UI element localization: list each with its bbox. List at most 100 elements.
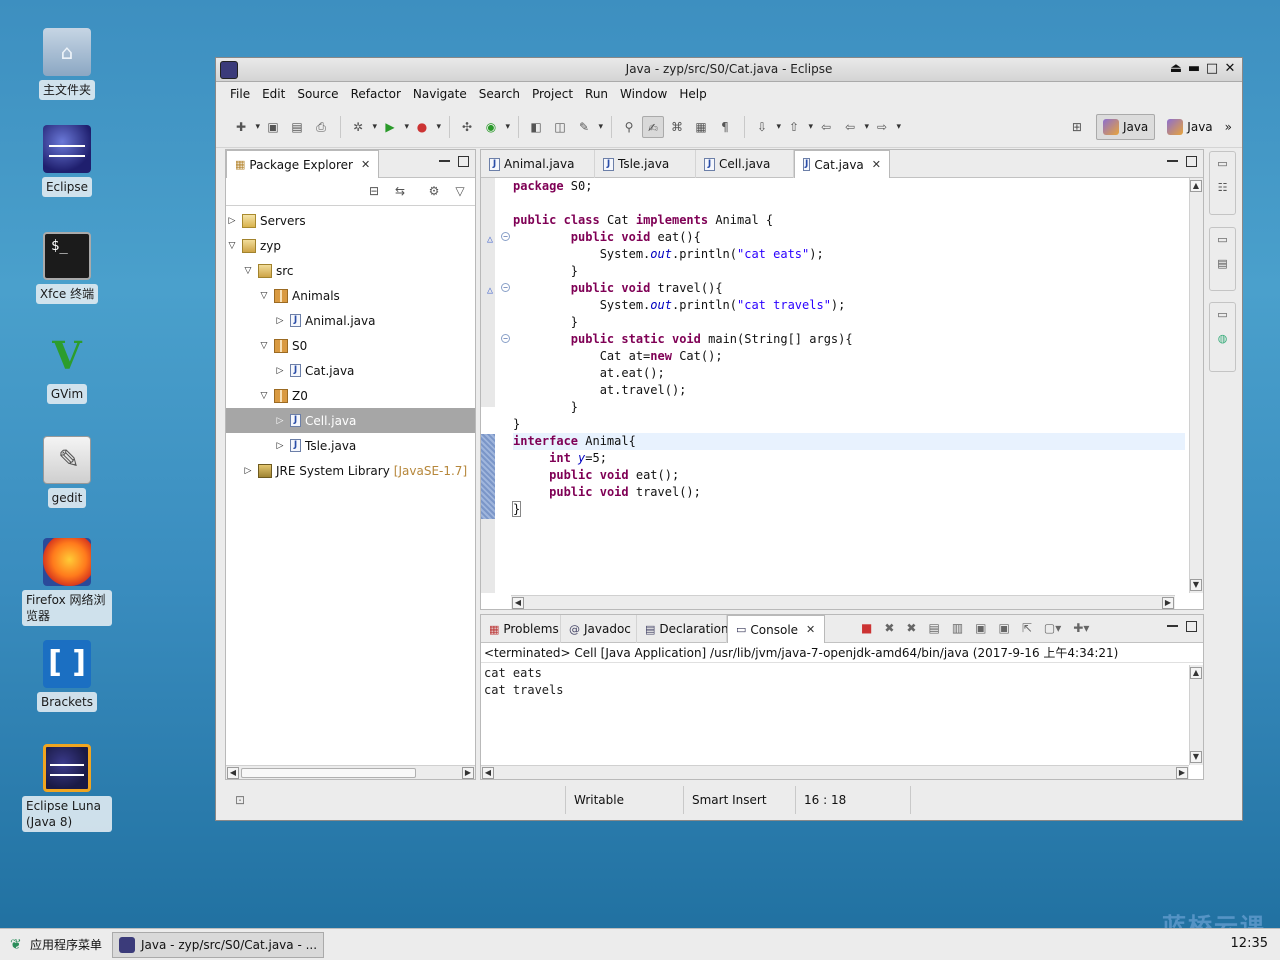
- tab-javadoc[interactable]: @ Javadoc: [561, 615, 637, 643]
- tab-problems[interactable]: ▦ Problems: [481, 615, 561, 643]
- menu-edit[interactable]: Edit: [256, 87, 291, 101]
- view-menu-icon[interactable]: ▽: [452, 184, 468, 200]
- menu-refactor[interactable]: Refactor: [345, 87, 407, 101]
- tree-item-animal-java[interactable]: ▷ J Animal.java: [226, 308, 475, 333]
- collapse-arrow-icon[interactable]: ▽: [258, 341, 270, 351]
- editor-hscroll[interactable]: ◀ ▶: [511, 595, 1175, 609]
- scroll-thumb[interactable]: [241, 768, 416, 778]
- scroll-lock-icon[interactable]: ▥: [952, 621, 963, 635]
- new-class-icon[interactable]: ◉: [480, 116, 510, 138]
- restore-icon[interactable]: ▭: [1210, 303, 1235, 327]
- forward-icon[interactable]: ⇨: [871, 116, 901, 138]
- save-all-icon[interactable]: ▤: [286, 116, 308, 138]
- console-output[interactable]: cat eats cat travels: [481, 663, 1203, 701]
- minimize-view-icon[interactable]: [1167, 156, 1178, 162]
- open-console-icon[interactable]: ✚▾: [1073, 621, 1089, 635]
- tab-declaration[interactable]: ▤ Declaration: [637, 615, 729, 643]
- more-perspectives-icon[interactable]: »: [1225, 120, 1232, 134]
- link-with-editor-icon[interactable]: ⇆: [392, 184, 408, 200]
- desktop-icon-gedit[interactable]: gedit: [22, 436, 112, 508]
- quick-access-icon[interactable]: ⊡: [225, 793, 565, 807]
- toggle-breadcrumb-icon[interactable]: ⚲: [618, 116, 640, 138]
- editor-vscroll[interactable]: ▲ ▼: [1189, 178, 1203, 593]
- expand-arrow-icon[interactable]: ▷: [274, 366, 286, 376]
- override-marker-icon[interactable]: △: [487, 282, 493, 299]
- tree-item-cell-java[interactable]: ▷ J Cell.java: [226, 408, 475, 433]
- scroll-up-icon[interactable]: ▲: [1190, 667, 1202, 679]
- maximize-view-icon[interactable]: [458, 156, 469, 167]
- paragraph-icon[interactable]: ¶: [714, 116, 736, 138]
- collapse-all-icon[interactable]: ⊟: [366, 184, 382, 200]
- tree-item-z0[interactable]: ▽ Z0: [226, 383, 475, 408]
- package-explorer-hscroll[interactable]: ◀ ▶: [226, 765, 475, 779]
- show-whitespace-icon[interactable]: ▦: [690, 116, 712, 138]
- scroll-left-icon[interactable]: ◀: [227, 767, 239, 779]
- last-edit-icon[interactable]: ⇦: [815, 116, 837, 138]
- desktop-icon-brackets[interactable]: [ ] Brackets: [22, 640, 112, 712]
- desktop-icon-home[interactable]: 主文件夹: [22, 28, 112, 100]
- external-tools-icon[interactable]: ●: [411, 116, 441, 138]
- menu-search[interactable]: Search: [473, 87, 526, 101]
- run-icon[interactable]: ▶: [379, 116, 409, 138]
- shade-icon[interactable]: ⏏: [1168, 60, 1184, 78]
- maximize-icon[interactable]: □: [1204, 60, 1220, 78]
- restore-icon[interactable]: ▭: [1210, 152, 1235, 176]
- save-icon[interactable]: ▣: [262, 116, 284, 138]
- fold-icon[interactable]: −: [501, 283, 510, 292]
- open-perspective-icon[interactable]: ⊞: [1066, 116, 1088, 138]
- tree-item-jre-library[interactable]: ▷ JRE System Library [JavaSE-1.7]: [226, 458, 475, 483]
- tree-item-zyp[interactable]: ▽ zyp: [226, 233, 475, 258]
- expand-arrow-icon[interactable]: ▷: [226, 216, 238, 226]
- collapse-arrow-icon[interactable]: ▽: [258, 291, 270, 301]
- tab-cat-java[interactable]: J Cat.java ✕: [794, 150, 890, 178]
- desktop-icon-gvim[interactable]: V GVim: [22, 332, 112, 404]
- expand-arrow-icon[interactable]: ▷: [274, 416, 286, 426]
- menu-help[interactable]: Help: [673, 87, 712, 101]
- applications-menu-button[interactable]: ❦ 应用程序菜单: [0, 936, 112, 953]
- desktop-icon-eclipse[interactable]: Eclipse: [22, 125, 112, 197]
- close-icon[interactable]: ✕: [361, 158, 370, 171]
- print-icon[interactable]: ⎙: [310, 116, 332, 138]
- tree-item-servers[interactable]: ▷ Servers: [226, 208, 475, 233]
- show-stdout-icon[interactable]: ▣: [975, 621, 986, 635]
- tree-item-animals[interactable]: ▽ Animals: [226, 283, 475, 308]
- collapse-arrow-icon[interactable]: ▽: [258, 391, 270, 401]
- open-folder-icon[interactable]: ◫: [549, 116, 571, 138]
- expand-arrow-icon[interactable]: ▷: [274, 441, 286, 451]
- show-stderr-icon[interactable]: ▣: [999, 621, 1010, 635]
- clock[interactable]: 12:35: [1231, 936, 1268, 951]
- task-list-icon[interactable]: ▤: [1210, 252, 1235, 276]
- close-icon[interactable]: ✕: [1222, 60, 1238, 78]
- search-icon[interactable]: ✎: [573, 116, 603, 138]
- console-hscroll[interactable]: ◀ ▶: [481, 765, 1189, 779]
- maximize-view-icon[interactable]: [1186, 156, 1197, 167]
- tab-package-explorer[interactable]: ▦ Package Explorer ✕: [226, 150, 380, 178]
- collapse-arrow-icon[interactable]: ▽: [226, 241, 238, 251]
- scroll-down-icon[interactable]: ▼: [1190, 751, 1202, 763]
- tab-animal-java[interactable]: J Animal.java: [481, 150, 595, 178]
- scroll-right-icon[interactable]: ▶: [1162, 597, 1174, 609]
- new-java-project-icon[interactable]: ✣: [456, 116, 478, 138]
- perspective-java-selected[interactable]: Java: [1095, 114, 1156, 140]
- tree-item-cat-java[interactable]: ▷ J Cat.java: [226, 358, 475, 383]
- tree-item-s0[interactable]: ▽ S0: [226, 333, 475, 358]
- next-annotation-icon[interactable]: ⇩: [751, 116, 781, 138]
- pin-console-icon[interactable]: ⇱: [1022, 621, 1032, 635]
- new-icon[interactable]: ✚: [230, 116, 260, 138]
- tab-cell-java[interactable]: J Cell.java: [696, 150, 794, 178]
- fold-icon[interactable]: −: [501, 232, 510, 241]
- open-type-icon[interactable]: ◧: [525, 116, 547, 138]
- clear-console-icon[interactable]: ▤: [928, 621, 939, 635]
- desktop-icon-terminal[interactable]: $_ Xfce 终端: [22, 232, 112, 304]
- scroll-left-icon[interactable]: ◀: [512, 597, 524, 609]
- minimize-view-icon[interactable]: [439, 156, 450, 162]
- menu-source[interactable]: Source: [291, 87, 344, 101]
- terminate-icon[interactable]: ■: [861, 621, 872, 635]
- taskbar-window-button[interactable]: Java - zyp/src/S0/Cat.java - ...: [112, 931, 325, 958]
- tree-item-tsle-java[interactable]: ▷ J Tsle.java: [226, 433, 475, 458]
- maximize-view-icon[interactable]: [1186, 621, 1197, 632]
- scroll-down-icon[interactable]: ▼: [1190, 579, 1202, 591]
- close-icon[interactable]: ✕: [872, 158, 881, 171]
- menu-window[interactable]: Window: [614, 87, 673, 101]
- tab-console[interactable]: ▭ Console ✕: [727, 615, 825, 643]
